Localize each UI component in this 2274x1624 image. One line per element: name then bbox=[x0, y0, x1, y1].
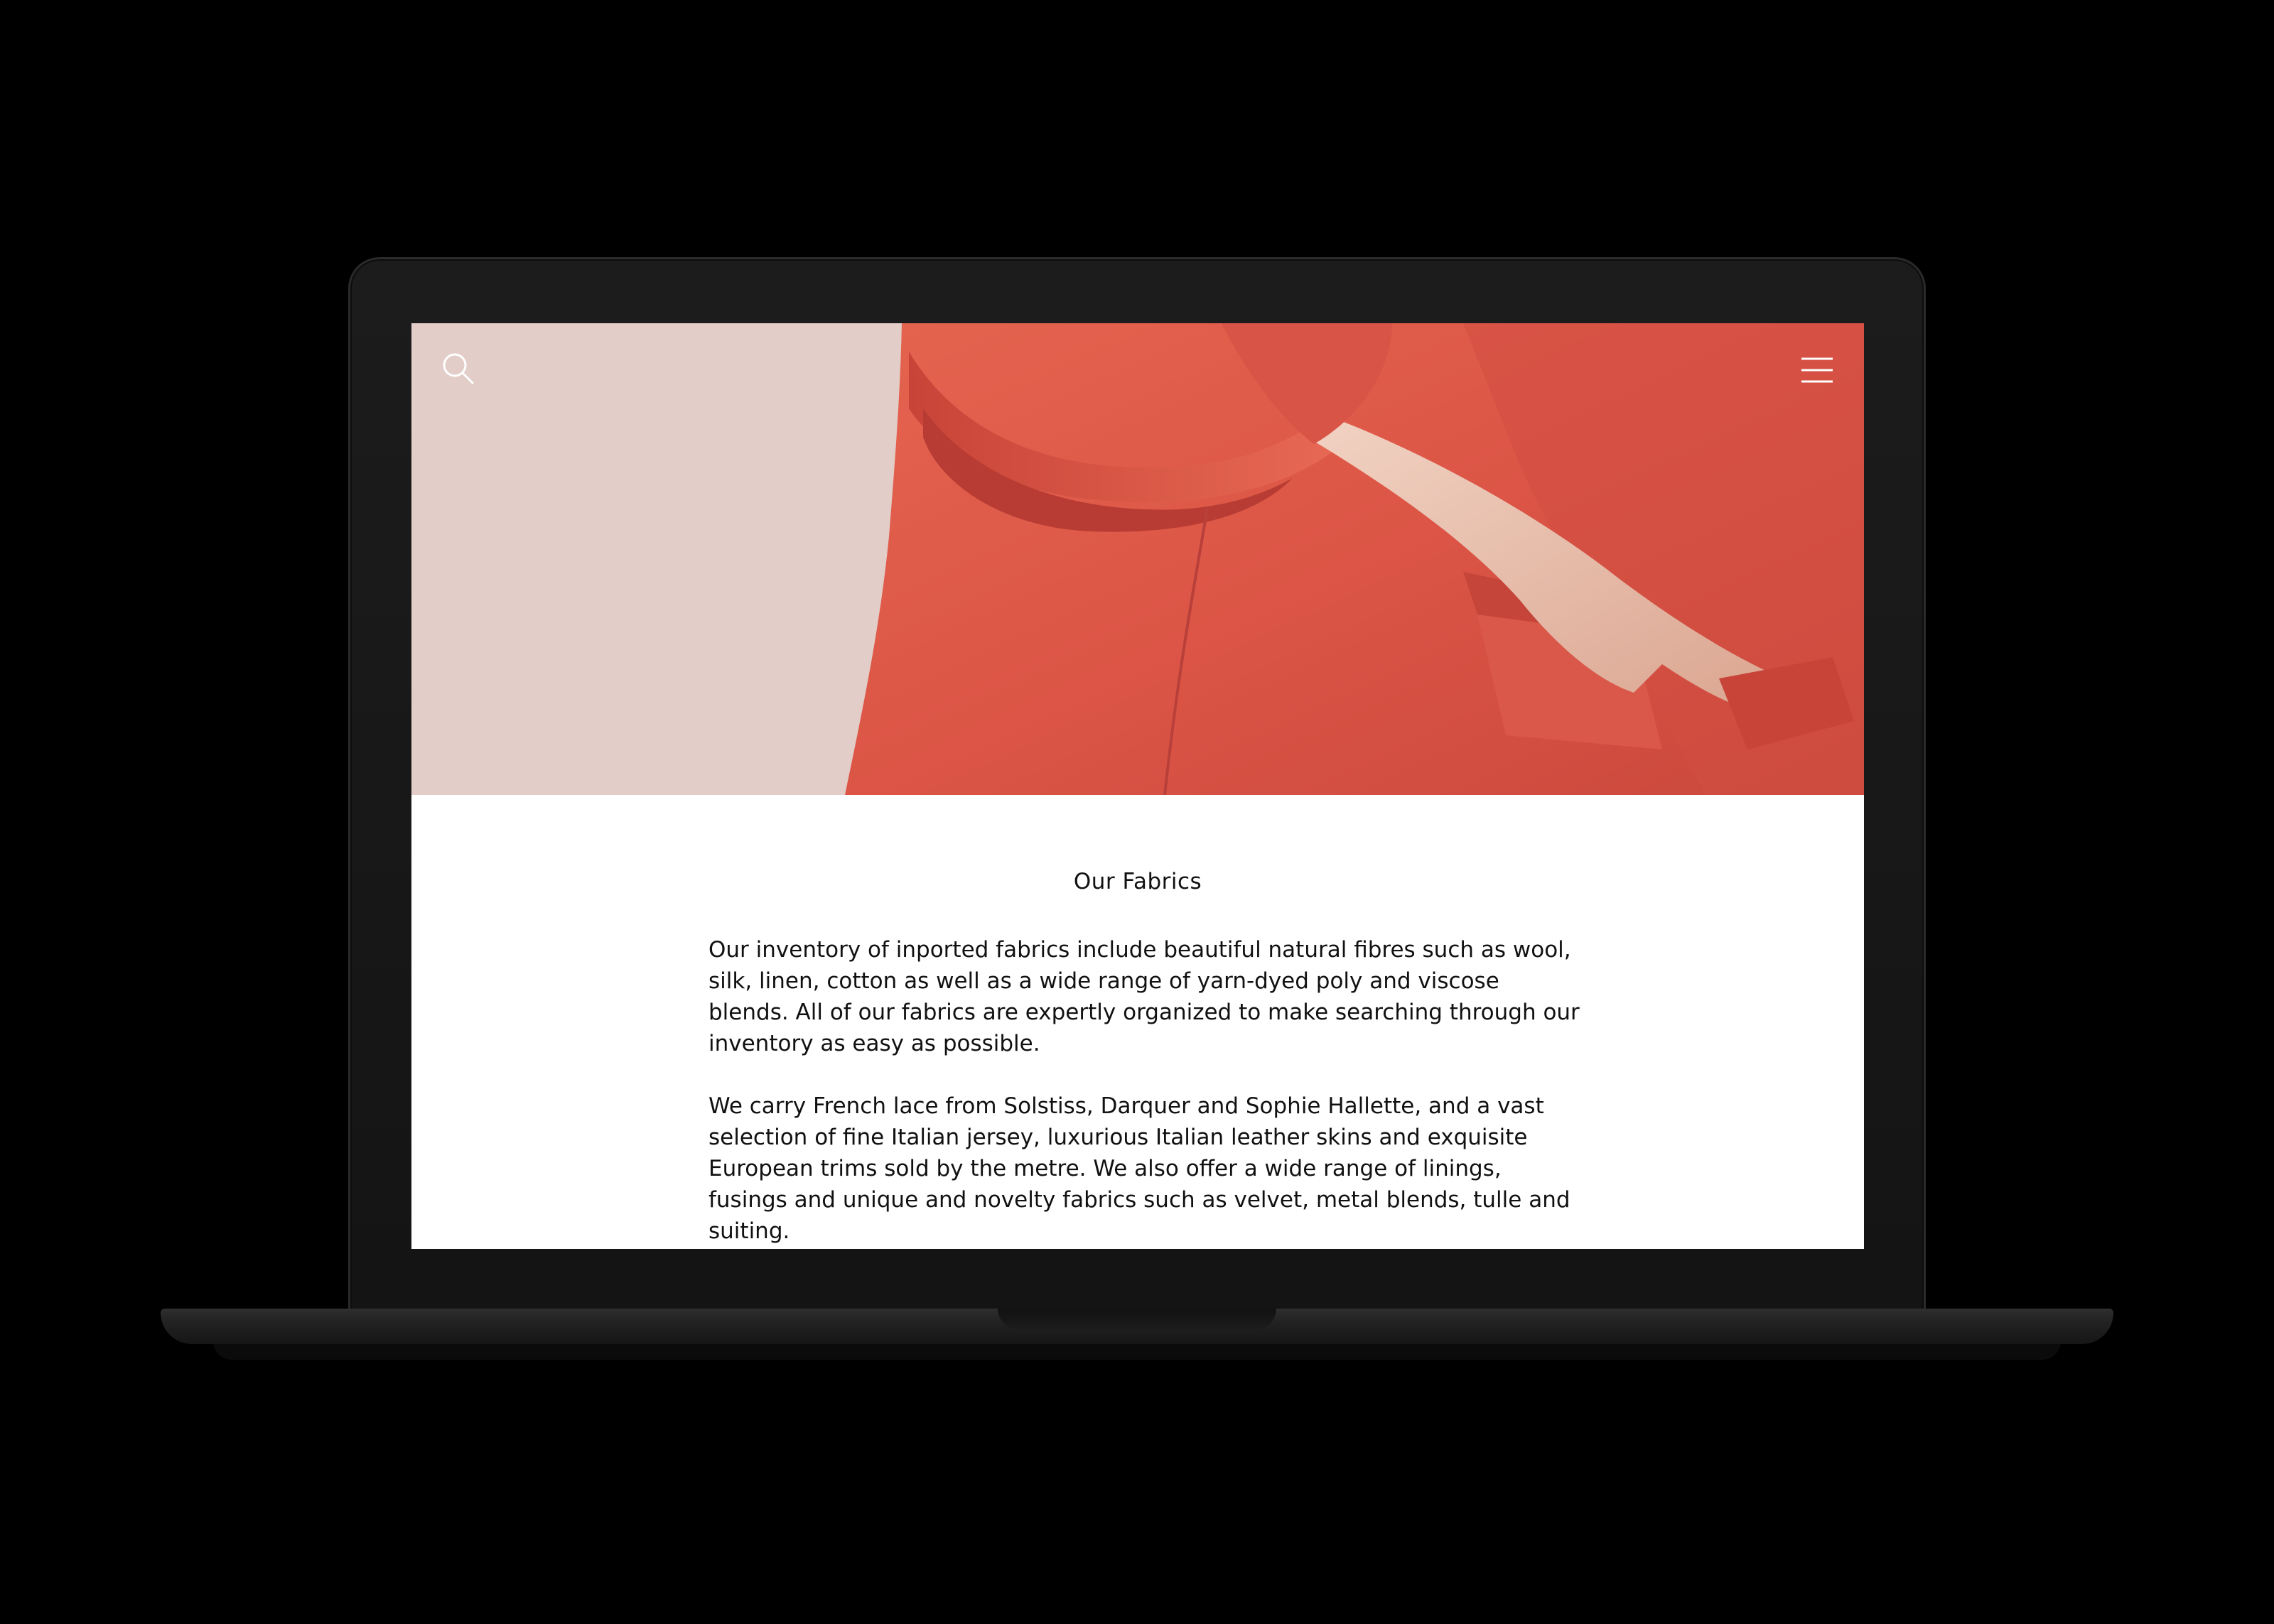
laptop-screen: Our Fabrics Our inventory of inported fa… bbox=[411, 323, 1864, 1249]
section-title: Our Fabrics bbox=[1073, 869, 1202, 894]
page-stage: Our Fabrics Our inventory of inported fa… bbox=[0, 0, 2274, 1624]
content-section: Our Fabrics Our inventory of inported fa… bbox=[411, 795, 1864, 1249]
laptop-notch bbox=[998, 1309, 1276, 1330]
search-icon[interactable] bbox=[440, 350, 477, 387]
intro-paragraph: Our inventory of inported fabrics includ… bbox=[708, 937, 1580, 1056]
suppliers-paragraph: We carry French lace from Solstiss, Darq… bbox=[708, 1093, 1570, 1244]
hero-banner bbox=[411, 323, 1864, 795]
hero-image bbox=[411, 323, 1864, 795]
hamburger-menu-icon[interactable] bbox=[1799, 356, 1836, 384]
